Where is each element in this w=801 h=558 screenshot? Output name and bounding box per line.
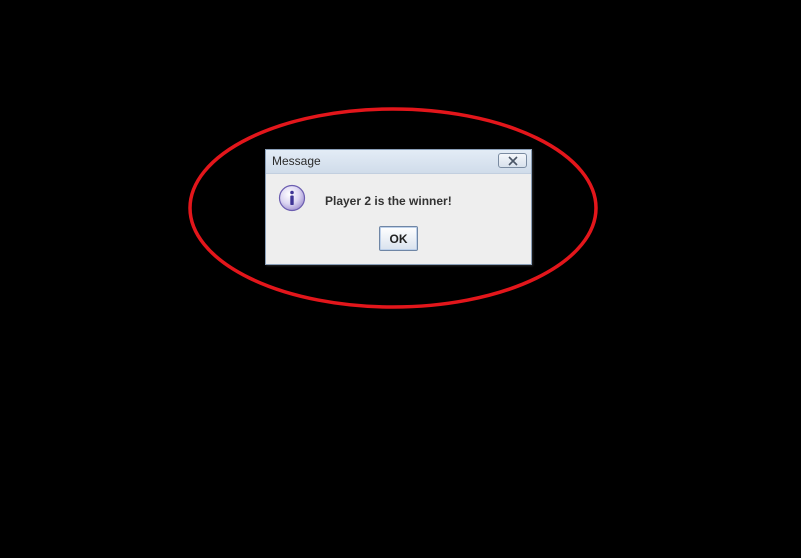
dialog-title: Message <box>272 154 321 168</box>
ok-button[interactable]: OK <box>379 226 418 251</box>
dialog-body: Player 2 is the winner! OK <box>266 174 531 266</box>
info-icon <box>278 184 306 212</box>
highlight-ellipse <box>188 107 598 309</box>
screen-background: Message Player 2 is the winner! OK <box>0 0 801 558</box>
close-button[interactable] <box>498 153 527 168</box>
dialog-message: Player 2 is the winner! <box>325 194 452 208</box>
close-icon <box>508 156 518 166</box>
dialog-titlebar[interactable]: Message <box>266 150 531 174</box>
message-dialog: Message Player 2 is the winner! OK <box>265 149 532 265</box>
